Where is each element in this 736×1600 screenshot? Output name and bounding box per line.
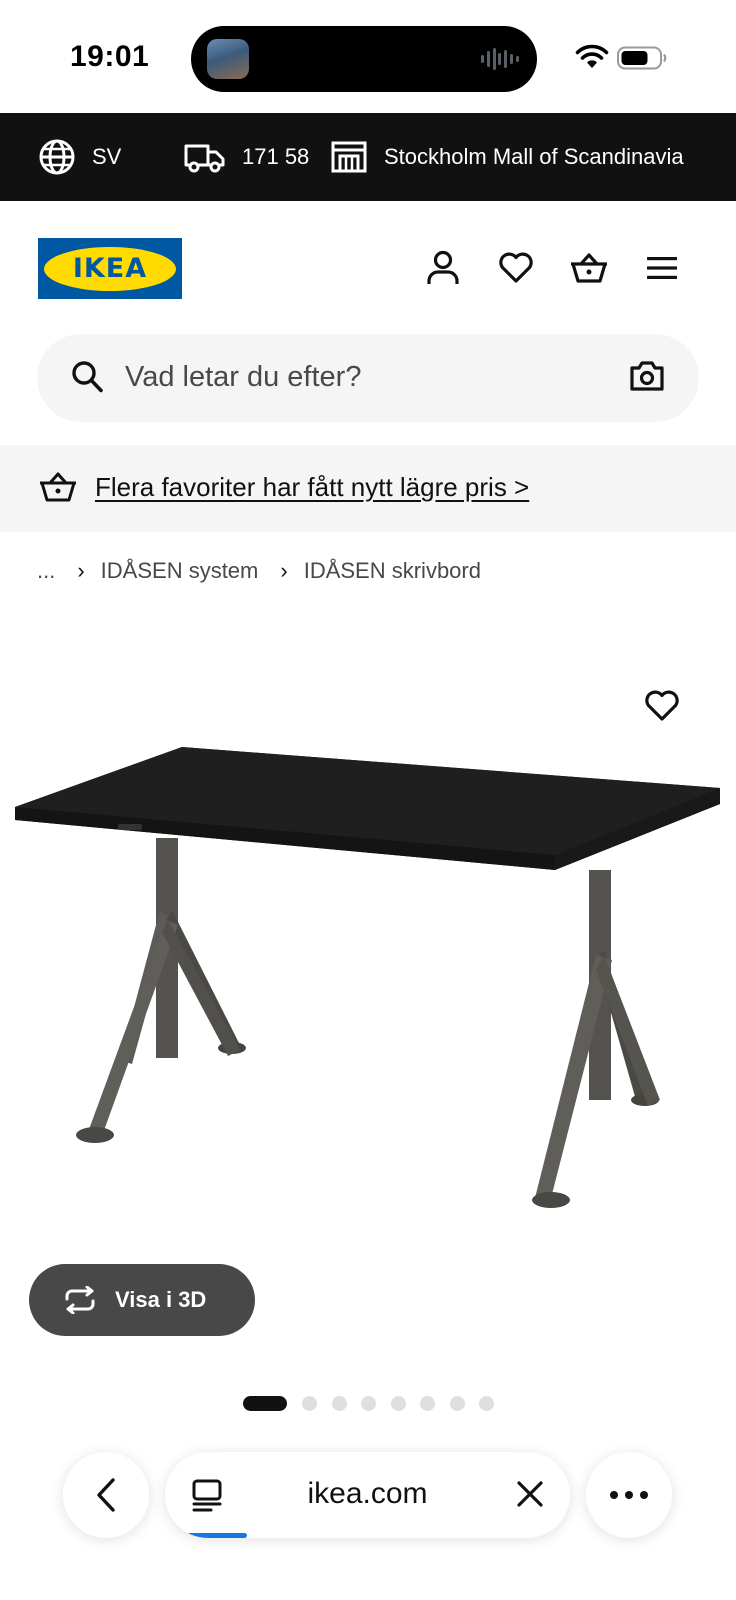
delivery-zip-selector[interactable]: 171 58: [184, 113, 309, 201]
carousel-dot[interactable]: [449, 1395, 465, 1411]
carousel-dot[interactable]: [390, 1395, 406, 1411]
search-input[interactable]: Vad letar du efter?: [125, 361, 361, 394]
breadcrumb: ... › IDÅSEN system › IDÅSEN skrivbord: [37, 556, 481, 586]
view-in-3d-button[interactable]: Visa i 3D: [29, 1264, 255, 1336]
wifi-icon: [575, 44, 609, 68]
carousel-dot[interactable]: [420, 1395, 435, 1411]
menu-button[interactable]: [640, 246, 684, 290]
breadcrumb-item-idasen-desk[interactable]: IDÅSEN skrivbord: [304, 558, 481, 584]
audio-waveform-icon: [481, 48, 519, 70]
shopping-basket-icon: [40, 472, 76, 502]
cart-button[interactable]: [567, 246, 611, 290]
heart-icon: [645, 690, 679, 721]
chevron-right-icon: ›: [77, 558, 85, 583]
chevron-left-icon: [97, 1478, 115, 1512]
delivery-truck-icon: [184, 144, 225, 173]
language-selector[interactable]: SV: [38, 113, 121, 201]
product-image-carousel[interactable]: Visa i 3D: [0, 620, 736, 1360]
breadcrumb-ellipsis[interactable]: ...: [37, 558, 55, 584]
language-label: SV: [92, 144, 122, 169]
promo-link[interactable]: Flera favoriter har fått nytt lägre pris…: [95, 472, 529, 503]
add-to-favourites-button[interactable]: [640, 684, 684, 728]
carousel-dot[interactable]: [361, 1395, 376, 1411]
globe-icon: [39, 139, 75, 175]
store-selector[interactable]: Stockholm Mall of Scandinavia: [330, 113, 684, 201]
browser-more-button[interactable]: [586, 1452, 672, 1538]
heart-icon: [499, 252, 533, 283]
promo-banner: Flera favoriter har fått nytt lägre pris…: [0, 445, 736, 532]
carousel-indicator: [243, 1395, 509, 1411]
dynamic-island: [191, 26, 537, 92]
address-bar[interactable]: ikea.com: [165, 1452, 570, 1538]
site-header: IKEA: [0, 201, 736, 329]
more-dots-icon: [610, 1491, 648, 1499]
close-icon[interactable]: [514, 1478, 546, 1510]
store-icon: [331, 141, 367, 173]
profile-button[interactable]: [421, 246, 465, 290]
hamburger-menu-icon: [647, 257, 677, 279]
now-playing-thumbnail: [207, 39, 249, 79]
status-bar: 19:01: [0, 0, 736, 113]
battery-icon: [617, 46, 667, 70]
view-in-3d-label: Visa i 3D: [115, 1287, 207, 1312]
store-bar: SV 171 58 Stockholm Mall of Scandinavia: [0, 113, 736, 201]
store-label: Stockholm Mall of Scandinavia: [384, 144, 684, 169]
carousel-dot[interactable]: [479, 1395, 494, 1411]
browser-back-button[interactable]: [63, 1452, 149, 1538]
profile-icon: [427, 250, 459, 284]
carousel-dot-active[interactable]: [243, 1395, 287, 1411]
rotate-3d-icon: [65, 1286, 95, 1314]
breadcrumb-item-idasen-system[interactable]: IDÅSEN system: [101, 558, 259, 584]
status-time: 19:01: [70, 40, 150, 73]
search-icon: [72, 361, 103, 393]
search-bar[interactable]: Vad letar du efter?: [37, 334, 699, 422]
shopping-basket-icon: [571, 253, 607, 283]
product-image: [15, 747, 720, 1208]
camera-search-icon[interactable]: [629, 360, 665, 392]
page-load-progress: [187, 1533, 247, 1538]
carousel-dot[interactable]: [302, 1395, 317, 1411]
ikea-logo[interactable]: IKEA: [38, 238, 182, 299]
favourites-button[interactable]: [494, 246, 538, 290]
url-text: ikea.com: [307, 1477, 428, 1510]
chevron-right-icon: ›: [280, 558, 288, 583]
carousel-dot[interactable]: [331, 1395, 347, 1411]
browser-toolbar: ikea.com: [0, 1440, 736, 1600]
logo-text: IKEA: [72, 253, 148, 284]
zip-label: 171 58: [242, 144, 310, 169]
